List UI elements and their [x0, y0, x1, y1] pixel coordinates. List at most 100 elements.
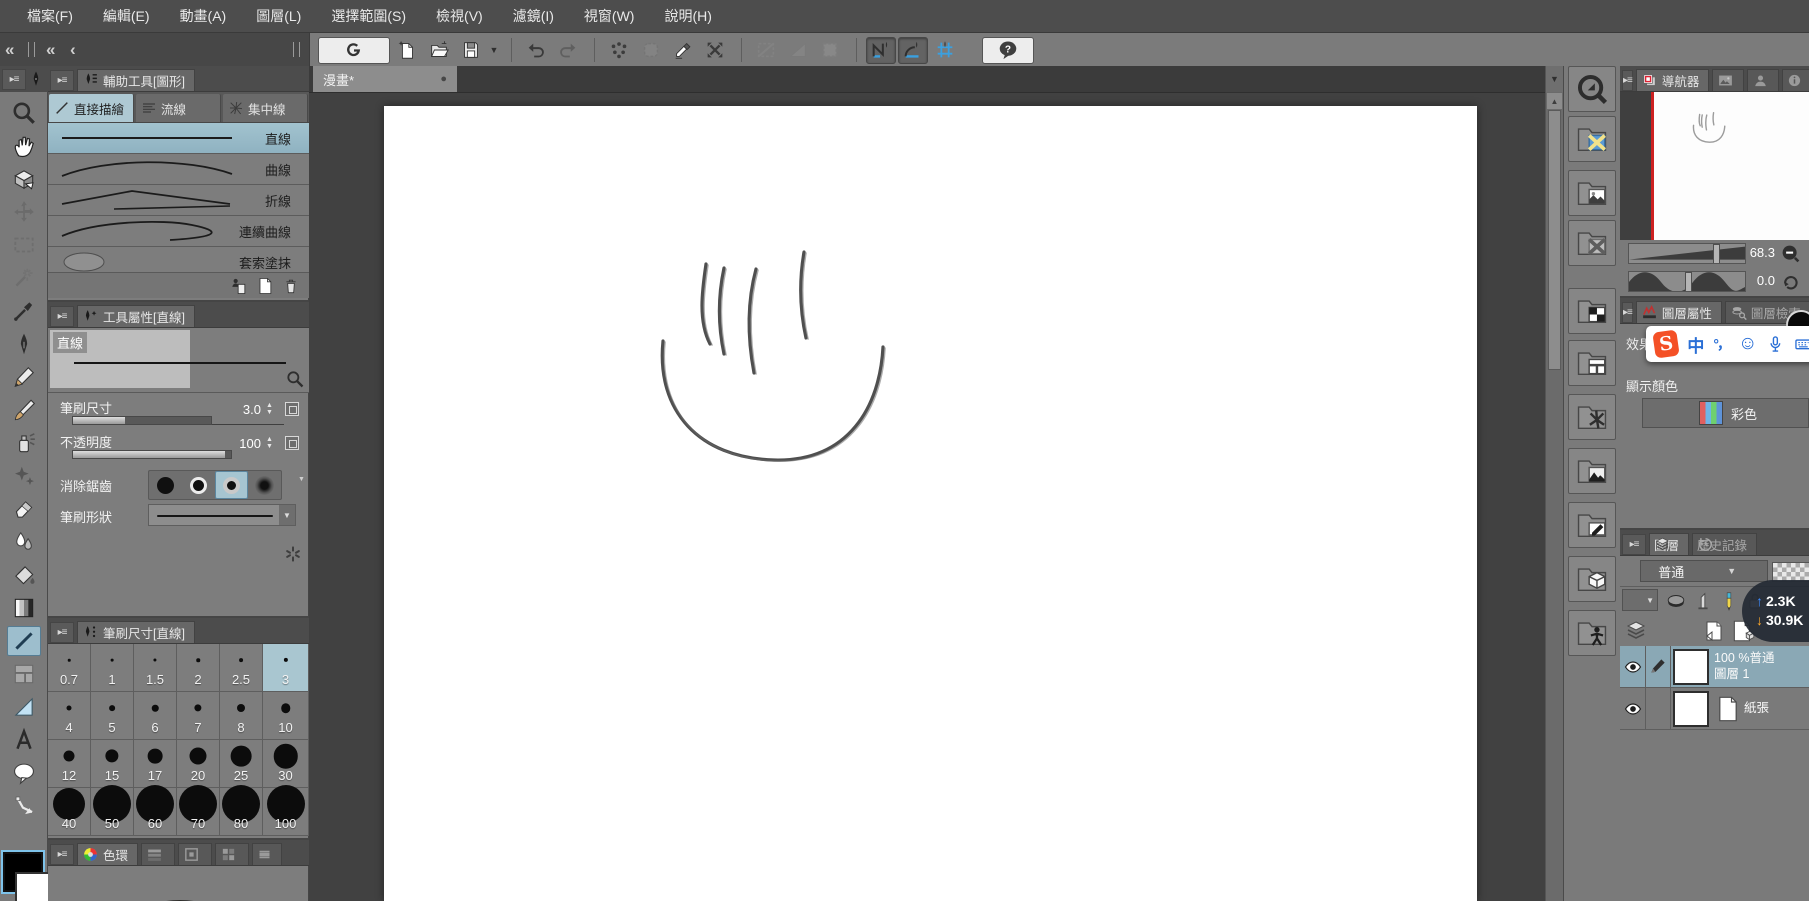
menu-item-選擇範圍S[interactable]: 選擇範圍(S)	[316, 0, 421, 33]
grip2-icon[interactable]	[293, 42, 300, 57]
subtool-tab-流線[interactable]: 流線	[136, 94, 221, 122]
brush-size-slider[interactable]	[72, 416, 212, 425]
ime-emoji-icon[interactable]: ☺	[1738, 333, 1757, 355]
airbrush-tool[interactable]	[7, 428, 41, 458]
menu-item-濾鏡I[interactable]: 濾鏡(I)	[498, 0, 569, 33]
zoom-slider-handle[interactable]	[1712, 244, 1720, 263]
palette-color-dropdown[interactable]: ▼	[1622, 589, 1658, 611]
layer-row-2[interactable]: 紙張	[1620, 688, 1809, 730]
brush-size-6[interactable]: 6	[134, 692, 177, 740]
ime-keyboard-icon[interactable]	[1794, 334, 1809, 354]
subtool-tab-直接描繪[interactable]: 直接描繪	[49, 94, 134, 122]
brush-size-50[interactable]: 50	[91, 785, 134, 836]
new-file-button[interactable]	[392, 37, 422, 64]
eyedropper-tool[interactable]	[7, 296, 41, 326]
scroll-up-icon[interactable]: ▲	[1547, 93, 1562, 109]
panel-menu-icon[interactable]: ▸≡	[50, 70, 74, 91]
brush-size-40[interactable]: 40	[48, 788, 91, 836]
copy-subtool-icon[interactable]	[229, 276, 249, 296]
refresh-spinner-icon[interactable]	[283, 544, 303, 564]
panel-menu-icon[interactable]: ▸≡	[50, 622, 74, 643]
balloon-tool[interactable]	[7, 758, 41, 788]
rotate-view-tool[interactable]	[7, 164, 41, 194]
open-file-button[interactable]	[424, 37, 454, 64]
layer-row-1[interactable]: 100 %普通 圖層 1	[1620, 646, 1809, 688]
pencil-tool[interactable]	[7, 362, 41, 392]
brush-size-1.5[interactable]: 1.5	[134, 644, 177, 692]
mat-3d-button[interactable]	[1568, 556, 1616, 602]
gradient-tool[interactable]	[7, 593, 41, 623]
menu-item-圖層L[interactable]: 圖層(L)	[241, 0, 316, 33]
panel-menu-icon[interactable]: ▸≡	[1622, 70, 1633, 91]
color-wheel-tab[interactable]: 色環	[77, 843, 139, 865]
antialias-none-button[interactable]	[149, 471, 182, 499]
color-wheel-area[interactable]	[48, 868, 309, 901]
frame-border-tool[interactable]	[7, 659, 41, 689]
redo-button[interactable]	[553, 37, 583, 64]
tab-list-dropdown-icon[interactable]: ▼	[1545, 66, 1563, 92]
visibility-eye-icon[interactable]	[1623, 699, 1643, 719]
antialias-weak-button[interactable]	[182, 471, 215, 499]
new-layer-icon[interactable]	[1702, 618, 1726, 644]
scrollbar-thumb[interactable]	[1548, 110, 1561, 370]
snap-ruler-button[interactable]	[866, 36, 896, 64]
subtool-item-折線[interactable]: 折線	[48, 185, 309, 216]
brush-size-10[interactable]: 10	[263, 692, 309, 740]
fill-bucket-tool[interactable]	[7, 560, 41, 590]
zoom-value[interactable]: 68.3	[1725, 245, 1775, 260]
select-area-button[interactable]	[636, 37, 666, 64]
menu-item-編輯E[interactable]: 編輯(E)	[88, 0, 165, 33]
marquee-tool[interactable]	[7, 230, 41, 260]
collapse-back-icon[interactable]: ‹	[70, 33, 76, 66]
brush-size-panel-tab[interactable]: 筆刷尺寸[直線]	[77, 621, 195, 643]
brush-size-5[interactable]: 5	[91, 692, 134, 740]
subtool-panel-tab[interactable]: 輔助工具[圖形]	[77, 69, 195, 91]
navigator-preview[interactable]	[1620, 92, 1809, 240]
brush-size-2[interactable]: 2	[177, 644, 220, 692]
network-speed-overlay[interactable]: ↑ 2.3K ↓ 30.9K	[1742, 580, 1809, 642]
mat-manga-button[interactable]	[1568, 340, 1616, 386]
mat-color-pattern-button[interactable]	[1568, 116, 1616, 162]
color-history-tab[interactable]	[252, 843, 283, 865]
nav-zoom-button[interactable]	[1568, 66, 1616, 112]
brush-size-17[interactable]: 17	[134, 740, 177, 788]
zoom-out-icon[interactable]	[1780, 243, 1801, 264]
rotate-value[interactable]: 0.0	[1725, 273, 1775, 288]
brush-size-1[interactable]: 1	[91, 644, 134, 692]
menu-item-說明H[interactable]: 說明(H)	[649, 0, 726, 33]
mat-image-button[interactable]	[1568, 170, 1616, 216]
save-dropdown-button[interactable]: ▼	[488, 37, 500, 64]
antialias-expand-icon[interactable]: ▼	[296, 476, 307, 483]
layer-mask-icon[interactable]	[1664, 590, 1688, 612]
decoration-tool[interactable]	[7, 461, 41, 491]
snap-grid-button[interactable]	[930, 37, 960, 64]
brush-shape-dropdown-icon[interactable]: ▼	[279, 505, 295, 525]
color-mode-button[interactable]: 彩色	[1642, 398, 1809, 428]
hand-tool[interactable]	[7, 131, 41, 161]
ime-logo[interactable]: S	[1652, 329, 1681, 359]
correct-line-button[interactable]	[668, 37, 698, 64]
navigator-tab[interactable]: 導航器	[1635, 69, 1710, 91]
trash-icon[interactable]	[281, 276, 301, 296]
tool-property-tab[interactable]: 工具屬性[直線]	[77, 305, 195, 327]
mesh-transform-button[interactable]	[700, 37, 730, 64]
brush-size-stepper[interactable]: ▲ ▼	[264, 402, 275, 416]
auto-select-tool[interactable]	[7, 263, 41, 293]
move-tool[interactable]	[7, 197, 41, 227]
save-file-button[interactable]	[456, 37, 486, 64]
visibility-eye-icon[interactable]	[1623, 657, 1643, 677]
snap-special-ruler-button[interactable]	[898, 36, 928, 64]
panel-menu-icon[interactable]: ▸≡	[50, 844, 74, 865]
ruler-diagonal-button[interactable]	[751, 37, 781, 64]
brush-size-80[interactable]: 80	[220, 785, 263, 836]
opacity-slider[interactable]	[72, 450, 232, 459]
subtool-tab-集中線[interactable]: 集中線	[223, 94, 308, 122]
panel-menu-icon[interactable]: ▸≡	[2, 68, 26, 90]
line-correct-tool[interactable]	[7, 791, 41, 821]
mat-edit-button[interactable]	[1568, 502, 1616, 548]
mat-landscape-button[interactable]	[1568, 448, 1616, 494]
mat-effect-button[interactable]	[1568, 394, 1616, 440]
brush-size-60[interactable]: 60	[134, 785, 177, 836]
ruler-tool[interactable]	[7, 692, 41, 722]
color-slider-tab[interactable]	[141, 843, 176, 865]
